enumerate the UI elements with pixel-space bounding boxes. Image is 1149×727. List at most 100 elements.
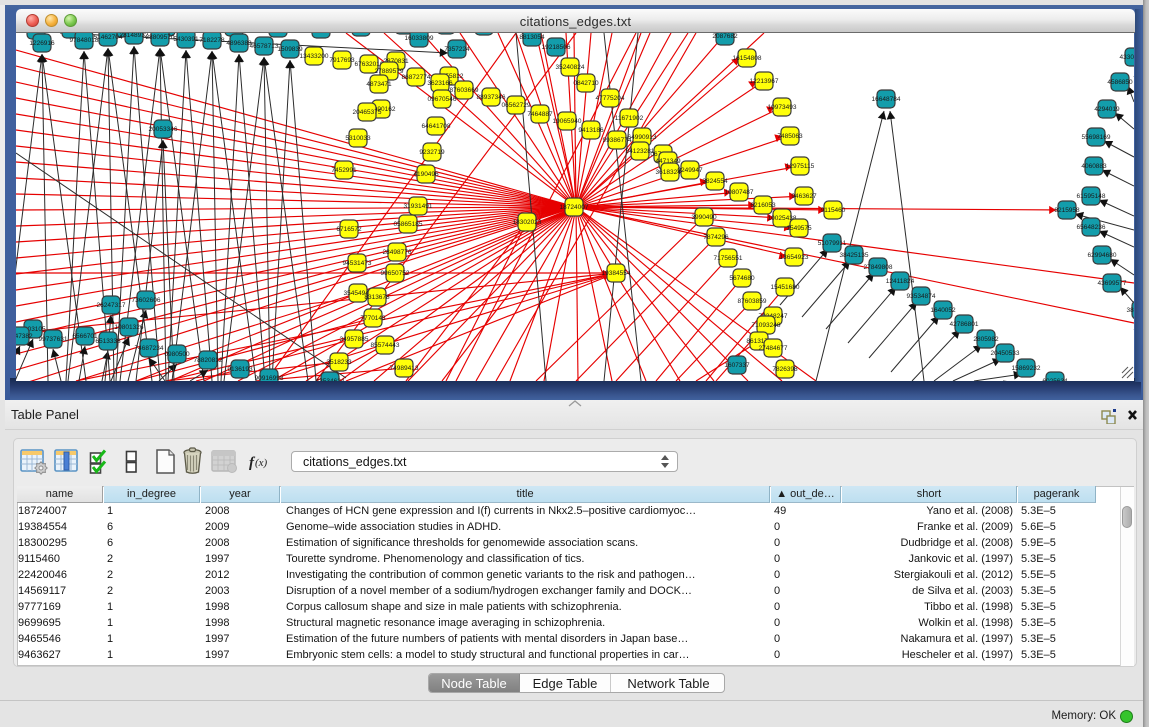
svg-text:28498776: 28498776 bbox=[383, 249, 412, 256]
svg-text:88937346: 88937346 bbox=[477, 94, 506, 101]
svg-text:74687234: 74687234 bbox=[135, 345, 164, 352]
svg-text:90916998: 90916998 bbox=[255, 375, 284, 381]
svg-text:9413186: 9413186 bbox=[578, 127, 604, 134]
svg-text:7464887: 7464887 bbox=[527, 111, 553, 118]
svg-text:8313678: 8313678 bbox=[364, 294, 390, 301]
svg-text:28148932: 28148932 bbox=[120, 33, 149, 39]
svg-text:3824554: 3824554 bbox=[702, 178, 728, 185]
svg-text:13654923: 13654923 bbox=[780, 254, 809, 261]
svg-text:10973493: 10973493 bbox=[768, 104, 797, 111]
svg-text:38425135: 38425135 bbox=[840, 252, 869, 259]
svg-text:65648236: 65648236 bbox=[1077, 224, 1106, 231]
svg-text:27889579: 27889579 bbox=[375, 68, 404, 75]
svg-text:7485063: 7485063 bbox=[777, 133, 803, 140]
svg-text:(x): (x) bbox=[255, 457, 268, 469]
svg-text:38721489: 38721489 bbox=[1127, 307, 1134, 314]
svg-text:93534874: 93534874 bbox=[907, 293, 936, 300]
svg-text:87603859: 87603859 bbox=[738, 298, 767, 305]
svg-text:4190496: 4190496 bbox=[413, 171, 439, 178]
svg-text:2805982: 2805982 bbox=[973, 336, 999, 343]
svg-text:12213967: 12213967 bbox=[750, 78, 779, 85]
svg-text:4060883: 4060883 bbox=[1081, 163, 1107, 170]
svg-text:12411824: 12411824 bbox=[886, 278, 915, 285]
svg-text:18724007: 18724007 bbox=[560, 204, 589, 211]
svg-text:19218506: 19218506 bbox=[542, 44, 571, 51]
svg-text:5310033: 5310033 bbox=[345, 135, 371, 142]
svg-text:6566701: 6566701 bbox=[72, 333, 98, 340]
svg-text:73602606: 73602606 bbox=[132, 297, 161, 304]
svg-text:7874296: 7874296 bbox=[703, 234, 729, 241]
svg-text:3518233: 3518233 bbox=[326, 359, 352, 366]
svg-text:8215958: 8215958 bbox=[1054, 207, 1080, 214]
svg-text:55698169: 55698169 bbox=[1082, 134, 1111, 141]
svg-text:16154808: 16154808 bbox=[733, 55, 762, 62]
svg-text:5430391: 5430391 bbox=[173, 36, 199, 43]
svg-text:12975115: 12975115 bbox=[786, 163, 815, 170]
svg-text:16033809: 16033809 bbox=[405, 35, 434, 42]
svg-text:20465375: 20465375 bbox=[353, 109, 382, 116]
svg-text:42786801: 42786801 bbox=[950, 321, 979, 328]
svg-text:9232719: 9232719 bbox=[419, 149, 445, 156]
svg-text:18302023: 18302023 bbox=[513, 219, 542, 226]
svg-text:6025634: 6025634 bbox=[1042, 378, 1068, 381]
svg-text:34957885: 34957885 bbox=[340, 336, 369, 343]
svg-text:3990490: 3990490 bbox=[691, 214, 717, 221]
svg-text:43534624: 43534624 bbox=[316, 378, 345, 381]
svg-text:19065940: 19065940 bbox=[553, 118, 582, 125]
svg-text:0249947: 0249947 bbox=[677, 167, 703, 174]
svg-text:1226916: 1226916 bbox=[29, 40, 55, 47]
svg-text:99737631: 99737631 bbox=[39, 336, 68, 343]
svg-text:51079911: 51079911 bbox=[818, 240, 847, 247]
svg-text:7770143: 7770143 bbox=[360, 315, 386, 322]
svg-text:19384554: 19384554 bbox=[602, 270, 631, 277]
svg-text:10807487: 10807487 bbox=[725, 189, 754, 196]
svg-text:31931491: 31931491 bbox=[404, 203, 433, 210]
svg-text:43303654: 43303654 bbox=[1120, 54, 1134, 61]
svg-text:7452991: 7452991 bbox=[331, 167, 357, 174]
svg-text:1509839: 1509839 bbox=[277, 46, 303, 53]
svg-text:46578713: 46578713 bbox=[250, 43, 279, 50]
svg-text:4896383: 4896383 bbox=[226, 40, 252, 47]
svg-text:99650752: 99650752 bbox=[381, 270, 410, 277]
svg-text:5674680: 5674680 bbox=[729, 275, 755, 282]
svg-text:51462704: 51462704 bbox=[94, 34, 123, 41]
svg-text:06562729: 06562729 bbox=[502, 102, 531, 109]
svg-text:7917693: 7917693 bbox=[329, 57, 355, 64]
svg-text:1607337: 1607337 bbox=[724, 362, 750, 369]
svg-text:05865185: 05865185 bbox=[394, 221, 423, 228]
svg-text:20450533: 20450533 bbox=[991, 350, 1020, 357]
svg-text:7826398: 7826398 bbox=[772, 366, 798, 373]
svg-text:61595148: 61595148 bbox=[1077, 193, 1106, 200]
svg-text:4294019: 4294019 bbox=[1094, 106, 1120, 113]
svg-text:27484677: 27484677 bbox=[759, 345, 788, 352]
svg-text:87603669: 87603669 bbox=[450, 87, 479, 94]
svg-text:10801326: 10801326 bbox=[115, 324, 144, 331]
svg-text:27849808: 27849808 bbox=[864, 264, 893, 271]
svg-text:26247317: 26247317 bbox=[97, 302, 126, 309]
svg-text:3623166: 3623166 bbox=[427, 80, 453, 87]
svg-text:64990913: 64990913 bbox=[628, 134, 657, 141]
svg-text:43699577: 43699577 bbox=[1098, 280, 1127, 287]
svg-text:35240824: 35240824 bbox=[556, 64, 585, 71]
svg-text:94531473: 94531473 bbox=[343, 260, 372, 267]
svg-text:15869232: 15869232 bbox=[1012, 365, 1041, 372]
svg-text:9463627: 9463627 bbox=[791, 193, 817, 200]
svg-text:6513338: 6513338 bbox=[95, 338, 121, 345]
svg-text:1549575: 1549575 bbox=[786, 225, 812, 232]
svg-text:71093248: 71093248 bbox=[752, 322, 781, 329]
svg-text:64641708: 64641708 bbox=[422, 123, 451, 130]
svg-text:7182278: 7182278 bbox=[199, 37, 225, 44]
svg-text:28809570: 28809570 bbox=[146, 34, 175, 41]
svg-text:71756551: 71756551 bbox=[714, 255, 743, 262]
svg-text:15451680: 15451680 bbox=[771, 284, 800, 291]
svg-text:16648784: 16648784 bbox=[872, 96, 901, 103]
svg-text:1640052: 1640052 bbox=[930, 307, 956, 314]
svg-text:8813054: 8813054 bbox=[519, 34, 545, 41]
svg-text:20053346: 20053346 bbox=[149, 126, 178, 133]
svg-text:8347382: 8347382 bbox=[16, 333, 33, 340]
svg-text:2087682: 2087682 bbox=[712, 33, 738, 40]
svg-text:74989413: 74989413 bbox=[390, 365, 419, 372]
svg-text:85574443: 85574443 bbox=[371, 342, 400, 349]
svg-text:6716572: 6716572 bbox=[336, 226, 362, 233]
svg-text:7357224: 7357224 bbox=[444, 46, 470, 53]
